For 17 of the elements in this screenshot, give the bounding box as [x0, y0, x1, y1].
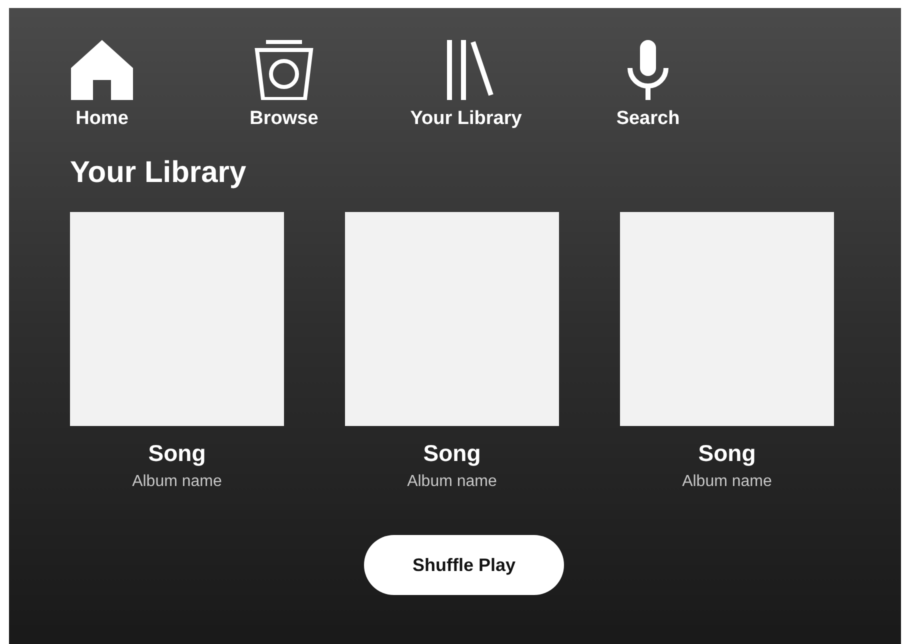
album-art-placeholder[interactable] — [70, 212, 284, 426]
album-art-placeholder[interactable] — [620, 212, 834, 426]
album-name: Album name — [682, 473, 772, 491]
song-title: Song — [423, 440, 481, 467]
song-title: Song — [148, 440, 206, 467]
album-name: Album name — [407, 473, 497, 491]
section-heading: Your Library — [70, 156, 248, 190]
bucket-icon — [253, 40, 315, 100]
nav-tab[interactable]: Search — [557, 40, 739, 130]
album-name: Album name — [132, 473, 222, 491]
nav-tab[interactable]: Your Library — [375, 40, 557, 130]
shuffle-play-button[interactable]: Shuffle Play — [364, 535, 564, 595]
nav-tab[interactable]: Browse — [193, 40, 375, 130]
nav-tab[interactable]: Home — [11, 40, 193, 130]
home-icon — [71, 40, 133, 100]
song-title: Song — [698, 440, 756, 467]
album-art-placeholder[interactable] — [345, 212, 559, 426]
